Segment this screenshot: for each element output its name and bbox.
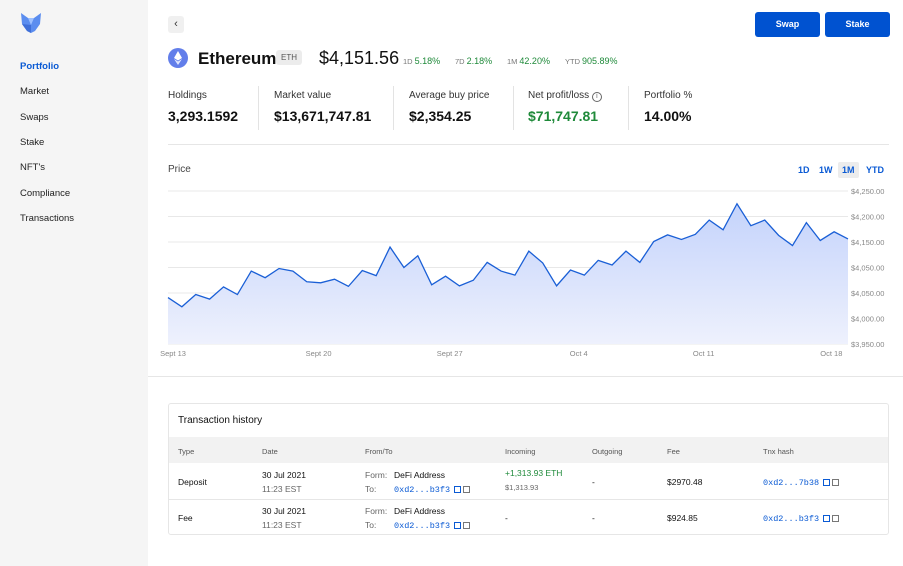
y-tick-label: $4,250.00 [851,187,884,196]
from-address: DeFi Address [394,506,446,516]
col-type: Type [178,447,195,456]
tx-hash: 0xd2...b3f3 [763,513,840,524]
tx-hash-link[interactable]: 0xd2...7b38 [763,478,819,488]
external-link-icon[interactable] [454,486,462,494]
col-tnx-hash: Tnx hash [763,447,794,456]
tx-type: Deposit [178,477,207,487]
to-label: To: [365,520,377,530]
x-tick-label: Sept 20 [306,349,332,358]
col-incoming: Incoming [505,447,536,456]
col-from-to: From/To [365,447,393,456]
transaction-history-title: Transaction history [178,415,263,426]
x-tick-label: Oct 18 [820,349,842,358]
to-label: To: [365,484,377,494]
from-label: Form: [365,506,388,516]
y-tick-label: $4,000.00 [851,315,884,324]
y-tick-label: $4,050.00 [851,264,884,273]
tx-incoming: - [505,513,508,523]
tx-hash: 0xd2...7b38 [763,477,840,488]
tx-type: Fee [178,513,193,523]
tx-time: 11:23 EST [262,484,302,494]
tx-date: 30 Jul 2021 [262,506,306,516]
x-tick-label: Oct 11 [693,349,715,358]
y-tick-label: $4,150.00 [851,238,884,247]
col-date: Date [262,447,278,456]
tx-incoming: +1,313.93 ETH [505,468,563,478]
copy-icon[interactable] [832,479,840,487]
tx-incoming-usd: $1,313.93 [505,483,539,492]
copy-icon[interactable] [832,515,840,523]
col-fee: Fee [667,447,680,456]
x-tick-label: Sept 13 [160,349,186,358]
y-tick-label: $4,050.00 [851,289,884,298]
to-address-link[interactable]: 0xd2...b3f3 [394,485,450,495]
divider [148,376,903,377]
to-address: 0xd2...b3f3 [394,520,471,531]
copy-icon[interactable] [463,486,471,494]
external-link-icon[interactable] [823,479,831,487]
price-chart: $4,250.00 $4,200.00 $4,150.00 $4,050.00 $4,0… [160,187,884,358]
tx-time: 11:23 EST [262,520,302,530]
tx-outgoing: - [592,477,595,487]
tx-hash-link[interactable]: 0xd2...b3f3 [763,514,819,524]
y-tick-label: $4,200.00 [851,213,884,222]
tx-date: 30 Jul 2021 [262,470,306,480]
x-tick-label: Oct 4 [570,349,588,358]
y-tick-label: $3,950.00 [851,340,884,349]
tx-outgoing: - [592,513,595,523]
external-link-icon[interactable] [823,515,831,523]
to-address: 0xd2...b3f3 [394,484,471,495]
col-outgoing: Outgoing [592,447,623,456]
tx-fee: $2970.48 [667,477,703,487]
external-link-icon[interactable] [454,522,462,530]
copy-icon[interactable] [463,522,471,530]
from-label: Form: [365,470,388,480]
to-address-link[interactable]: 0xd2...b3f3 [394,521,450,531]
tx-fee: $924.85 [667,513,698,523]
x-tick-label: Sept 27 [437,349,463,358]
divider [169,499,888,500]
from-address: DeFi Address [394,470,446,480]
